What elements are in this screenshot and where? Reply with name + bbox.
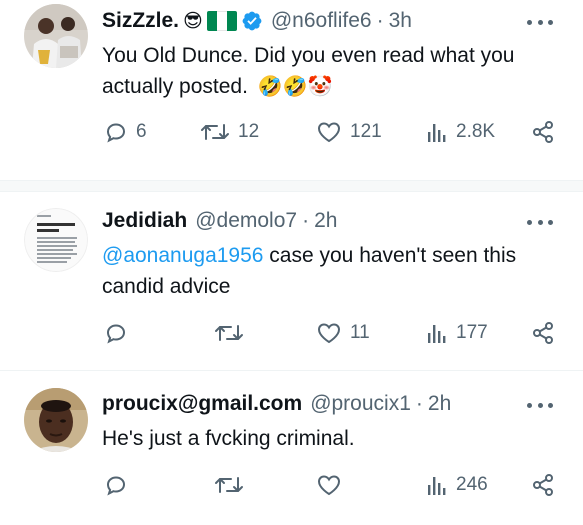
retweet-button[interactable] [214,321,252,345]
like-icon [317,475,341,496]
share-button[interactable] [531,473,555,497]
display-name[interactable]: proucix@gmail.com [102,391,302,417]
avatar-photo [24,388,88,452]
share-button[interactable] [531,321,555,345]
user-handle[interactable]: @proucix1 [310,391,411,417]
retweet-count: 12 [238,121,260,142]
mention-link[interactable]: @aonanuga1956 [102,244,263,267]
timestamp[interactable]: 2h [314,208,337,234]
thumb-line-1 [37,223,75,226]
reply-icon [106,324,126,344]
tweet-actions: 6 12 121 2.8K [104,120,555,150]
display-name[interactable]: SizZzle. [102,8,179,34]
tweet-header: Jedidiah @demolo7 · 2h [102,208,337,234]
nigeria-flag-icon [206,11,237,31]
thumb-line-2 [37,229,59,232]
views-button[interactable]: 246 [426,473,488,497]
retweet-icon [215,325,243,341]
tweet-1[interactable]: SizZzle. 😎 @n6oflife6 · 3h You Old Dunce… [0,0,583,180]
separator-dot: · [376,9,384,32]
tweet-2[interactable]: Jedidiah @demolo7 · 2h @aonanuga1956 cas… [0,196,583,366]
views-count: 2.8K [456,121,496,142]
tweet-actions: 246 [104,473,555,503]
separator-dot: · [302,209,310,232]
tweet-header: SizZzle. 😎 @n6oflife6 · 3h [102,8,412,34]
views-button[interactable]: 2.8K [426,120,495,144]
like-count: 11 [350,322,370,343]
retweet-button[interactable]: 12 [200,120,259,144]
views-icon [428,325,446,343]
like-icon [317,323,341,344]
share-button[interactable] [531,120,555,144]
thread-separator [0,180,583,192]
like-icon [317,122,341,143]
document-avatar [24,208,88,272]
reply-button[interactable] [104,321,136,345]
share-icon [533,322,553,344]
reply-icon [106,476,126,496]
like-button[interactable] [316,473,350,497]
like-count: 121 [350,121,382,142]
timestamp[interactable]: 2h [428,391,451,417]
reply-button[interactable]: 6 [104,120,147,144]
share-icon [533,121,553,143]
views-count: 177 [456,322,488,343]
timestamp[interactable]: 3h [389,8,412,34]
reply-button[interactable] [104,473,136,497]
separator-dot: · [415,392,423,415]
sunglasses-emoji: 😎 [183,10,203,32]
avatar-photo [24,4,88,68]
tweet-text-content: He's just a fvcking criminal. [102,427,355,450]
views-button[interactable]: 177 [426,321,488,345]
reply-icon [106,123,126,143]
avatar[interactable] [24,208,88,272]
tweet-text: @aonanuga1956 case you haven't seen this… [102,240,562,302]
more-icon[interactable] [527,12,553,32]
like-button[interactable]: 11 [316,321,370,345]
more-icon[interactable] [527,395,553,415]
views-count: 246 [456,474,488,495]
avatar[interactable] [24,4,88,68]
retweet-button[interactable] [214,473,252,497]
reply-count: 6 [136,121,147,142]
display-name[interactable]: Jedidiah [102,208,187,234]
tweet-actions: 11 177 [104,321,555,351]
like-button[interactable]: 121 [316,120,382,144]
verified-badge-icon [241,10,263,32]
views-icon [428,124,446,142]
more-icon[interactable] [527,212,553,232]
user-handle[interactable]: @n6oflife6 [271,8,372,34]
avatar[interactable] [24,388,88,452]
tweet-text: He's just a fvcking criminal. [102,423,562,454]
views-icon [428,477,446,495]
user-handle[interactable]: @demolo7 [195,208,297,234]
laughing-clown-emojis: 🤣🤣🤡 [257,74,333,98]
retweet-icon [201,124,229,140]
retweet-icon [215,477,243,493]
tweet-3[interactable]: proucix@gmail.com @proucix1 · 2h He's ju… [0,371,583,525]
tweet-header: proucix@gmail.com @proucix1 · 2h [102,391,451,417]
share-icon [533,474,553,496]
tweet-text: You Old Dunce. Did you even read what yo… [102,40,562,102]
